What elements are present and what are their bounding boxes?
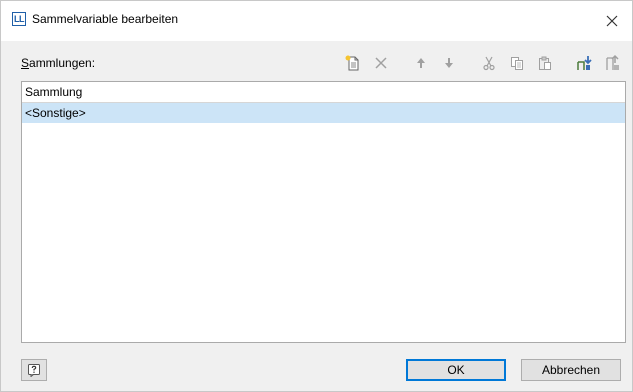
copy-button[interactable] [506, 52, 528, 74]
paste-icon [539, 56, 551, 70]
collections-toolbar [336, 51, 624, 75]
delete-button[interactable] [370, 52, 392, 74]
column-header-sammlung[interactable]: Sammlung [22, 82, 625, 103]
cancel-button[interactable]: Abbrechen [521, 359, 621, 381]
paste-button[interactable] [534, 52, 556, 74]
ok-button[interactable]: OK [406, 359, 506, 381]
collections-list[interactable]: Sammlung <Sonstige> [21, 81, 626, 343]
new-item-button[interactable] [342, 52, 364, 74]
insert-variable-icon [577, 56, 592, 70]
title-bar[interactable]: LL Sammelvariable bearbeiten [1, 1, 632, 41]
cut-button[interactable] [478, 52, 500, 74]
list-item[interactable]: <Sonstige> [22, 103, 625, 123]
help-button[interactable] [21, 359, 47, 381]
close-icon [606, 15, 618, 27]
move-up-button[interactable] [410, 52, 432, 74]
remove-variable-button[interactable] [602, 52, 624, 74]
new-item-icon [345, 55, 359, 71]
close-button[interactable] [592, 1, 632, 41]
collections-label: Sammlungen: [21, 56, 95, 70]
insert-variable-button[interactable] [574, 52, 596, 74]
collections-label-accel: S [21, 56, 30, 70]
copy-icon [511, 57, 523, 70]
help-icon [28, 364, 40, 377]
move-down-button[interactable] [438, 52, 460, 74]
move-down-icon [445, 58, 453, 68]
window-title: Sammelvariable bearbeiten [32, 12, 179, 26]
collections-label-text: ammlungen: [29, 56, 96, 70]
app-icon: LL [12, 12, 26, 26]
remove-variable-icon [606, 54, 619, 70]
dialog-window: LL Sammelvariable bearbeiten Sammlungen: [0, 0, 633, 392]
move-up-icon [417, 58, 425, 68]
delete-icon [375, 57, 387, 69]
cut-icon [483, 56, 495, 71]
